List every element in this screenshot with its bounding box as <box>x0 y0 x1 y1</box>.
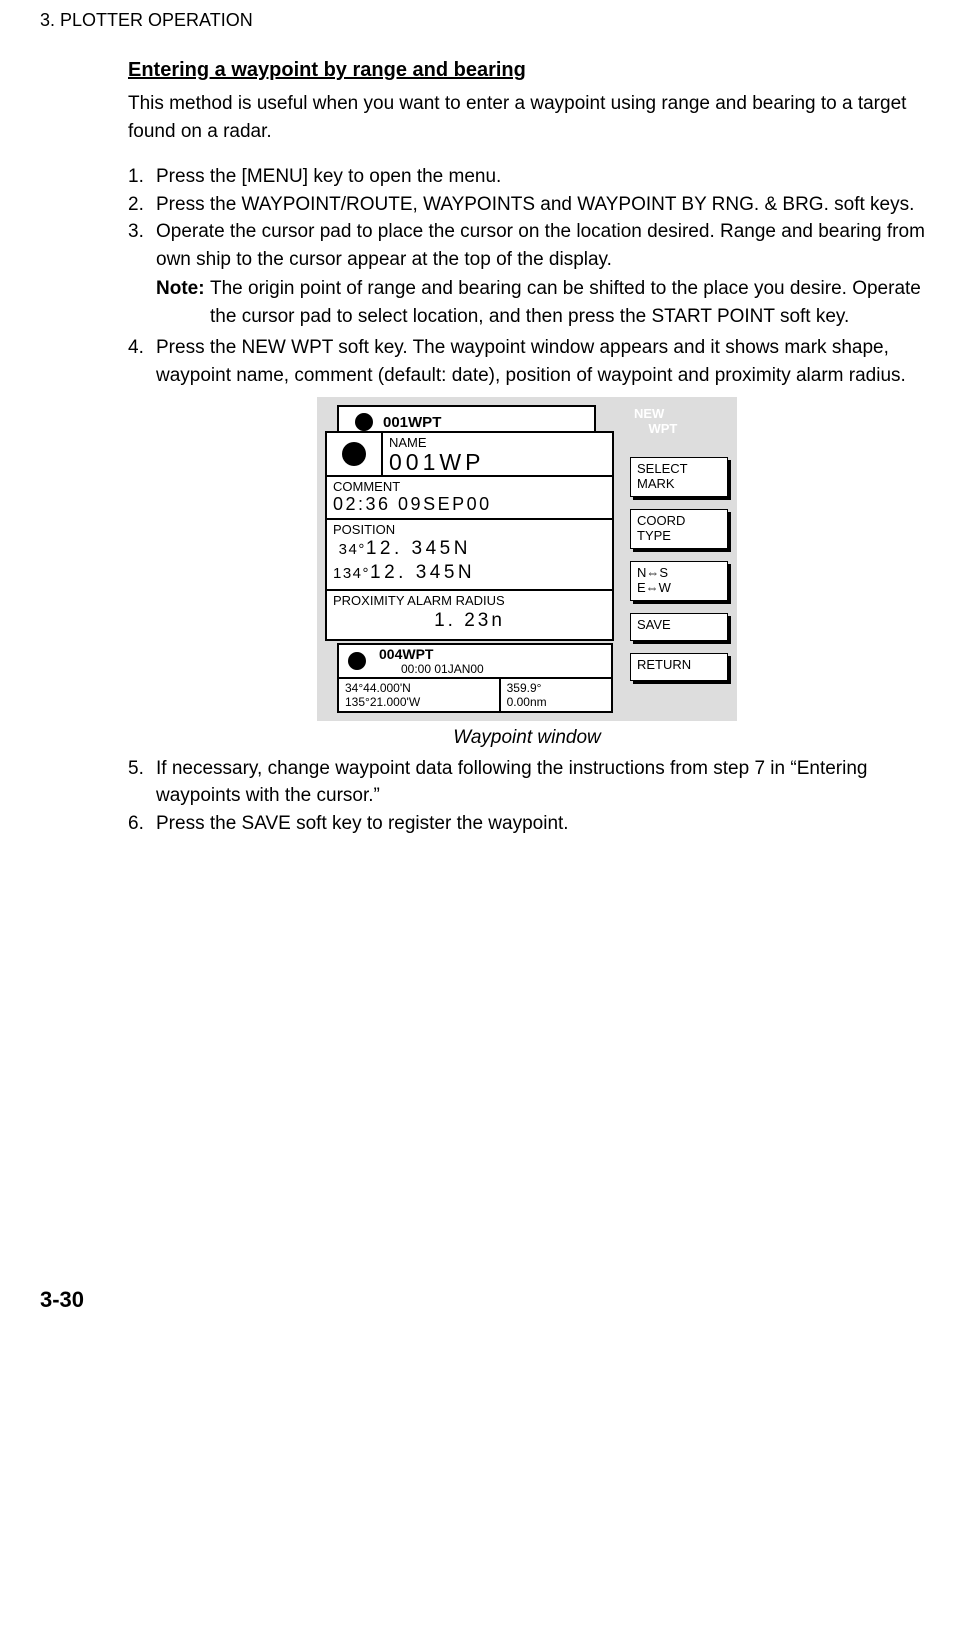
bottom-row-2: 34°44.000'N 135°21.000'W 359.9° 0.00nm <box>339 679 611 711</box>
sk-line: SELECT <box>637 461 688 476</box>
comment-box[interactable]: COMMENT 02:36 09SEP00 <box>327 477 612 521</box>
proximity-label: PROXIMITY ALARM RADIUS <box>333 593 606 608</box>
sk-line: SAVE <box>637 617 671 632</box>
steps-list-2: 5. If necessary, change waypoint data fo… <box>128 755 926 838</box>
softkey-return[interactable]: RETURN <box>630 653 728 681</box>
softkey-title: NEW WPT <box>630 405 728 445</box>
figure-caption: Waypoint window <box>128 727 926 749</box>
proximity-box[interactable]: PROXIMITY ALARM RADIUS 1. 23n <box>327 591 612 639</box>
bottom-waypoint-table: 004WPT 00:00 01JAN00 34°44.000'N 135°21.… <box>337 643 613 713</box>
mark-cell[interactable] <box>327 433 383 474</box>
intro-paragraph: This method is useful when you want to e… <box>128 90 926 145</box>
bottom-datetime: 00:00 01JAN00 <box>379 662 607 676</box>
step-body: If necessary, change waypoint data follo… <box>156 755 926 810</box>
pos2-prefix: 134° <box>333 565 370 582</box>
step-body: Press the [MENU] key to open the menu. <box>156 163 926 191</box>
background-waypoint-label: 001WPT <box>383 414 441 431</box>
section-title: Entering a waypoint by range and bearing <box>128 59 926 82</box>
step-5: 5. If necessary, change waypoint data fo… <box>128 755 926 810</box>
step-number: 1. <box>128 163 156 191</box>
page-number: 3-30 <box>40 1287 931 1313</box>
mark-dot-icon <box>342 442 366 466</box>
pos1-prefix: 34° <box>333 541 366 558</box>
step-body: Press the NEW WPT soft key. The waypoint… <box>156 334 926 389</box>
bottom-row-1: 004WPT 00:00 01JAN00 <box>339 645 611 679</box>
position-line-1: 34°12. 345N <box>333 537 606 561</box>
sk-line: E⇔W <box>637 580 671 595</box>
softkey-title-line2: WPT <box>634 421 677 436</box>
step-number: 3. <box>128 218 156 273</box>
softkey-select-mark[interactable]: SELECT MARK <box>630 457 728 497</box>
softkey-column: NEW WPT SELECT MARK COORD TYPE N⇔S E⇔W <box>630 405 728 712</box>
step-number: 6. <box>128 810 156 838</box>
step-number: 2. <box>128 191 156 219</box>
softkey-save[interactable]: SAVE <box>630 613 728 641</box>
step-body: Operate the cursor pad to place the curs… <box>156 218 926 273</box>
name-value: 001WP <box>389 450 606 474</box>
step-1: 1. Press the [MENU] key to open the menu… <box>128 163 926 191</box>
softkey-ns-ew[interactable]: N⇔S E⇔W <box>630 561 728 601</box>
steps-list: 1. Press the [MENU] key to open the menu… <box>128 163 926 389</box>
step-body: Press the WAYPOINT/ROUTE, WAYPOINTS and … <box>156 191 926 219</box>
waypoint-window-diagram: 001WPT NAME 001WP <box>317 397 737 720</box>
name-row: NAME 001WP <box>327 433 612 476</box>
step-body: Press the SAVE soft key to register the … <box>156 810 926 838</box>
sk-line: MARK <box>637 476 675 491</box>
note-body: The origin point of range and bearing ca… <box>210 275 926 330</box>
bottom-coords-cell: 34°44.000'N 135°21.000'W <box>339 679 501 711</box>
position-box[interactable]: POSITION 34°12. 345N 134°12. 345N <box>327 520 612 591</box>
name-label: NAME <box>389 435 606 450</box>
note-label: Note: <box>156 275 210 330</box>
bottom-bearing: 359.9° <box>507 681 605 695</box>
position-label: POSITION <box>333 522 606 537</box>
mark-dot-icon <box>355 413 373 431</box>
sk-line: N⇔S <box>637 565 668 580</box>
bottom-mark-cell <box>339 645 375 677</box>
waypoint-edit-card: NAME 001WP COMMENT 02:36 09SEP00 POSITIO… <box>325 431 614 640</box>
sk-line: RETURN <box>637 657 691 672</box>
comment-value: 02:36 09SEP00 <box>333 494 606 515</box>
step-3: 3. Operate the cursor pad to place the c… <box>128 218 926 273</box>
step-6: 6. Press the SAVE soft key to register t… <box>128 810 926 838</box>
bottom-lat: 34°44.000'N <box>345 681 493 695</box>
sk-line: TYPE <box>637 528 671 543</box>
proximity-value: 1. 23n <box>333 608 606 635</box>
pos1-main: 12. 345N <box>366 538 471 559</box>
step-2: 2. Press the WAYPOINT/ROUTE, WAYPOINTS a… <box>128 191 926 219</box>
chapter-header: 3. PLOTTER OPERATION <box>40 10 931 31</box>
bottom-main-cell: 004WPT 00:00 01JAN00 <box>375 645 611 677</box>
diagram-wrapper: 001WPT NAME 001WP <box>128 397 926 720</box>
bottom-range: 0.00nm <box>507 695 605 709</box>
step-number: 5. <box>128 755 156 810</box>
bottom-waypoint-name: 004WPT <box>379 646 607 662</box>
step-number: 4. <box>128 334 156 389</box>
softkey-coord-type[interactable]: COORD TYPE <box>630 509 728 549</box>
name-cell[interactable]: NAME 001WP <box>383 433 612 474</box>
sk-line: COORD <box>637 513 685 528</box>
comment-label: COMMENT <box>333 479 606 494</box>
diagram-left-column: 001WPT NAME 001WP <box>325 405 620 712</box>
softkey-title-line1: NEW <box>634 406 664 421</box>
mark-dot-icon <box>348 652 366 670</box>
step-4: 4. Press the NEW WPT soft key. The waypo… <box>128 334 926 389</box>
pos2-main: 12. 345N <box>370 562 475 583</box>
bottom-brg-rng-cell: 359.9° 0.00nm <box>501 679 611 711</box>
bottom-lon: 135°21.000'W <box>345 695 493 709</box>
note: Note: The origin point of range and bear… <box>156 275 926 330</box>
position-line-2: 134°12. 345N <box>333 561 606 585</box>
